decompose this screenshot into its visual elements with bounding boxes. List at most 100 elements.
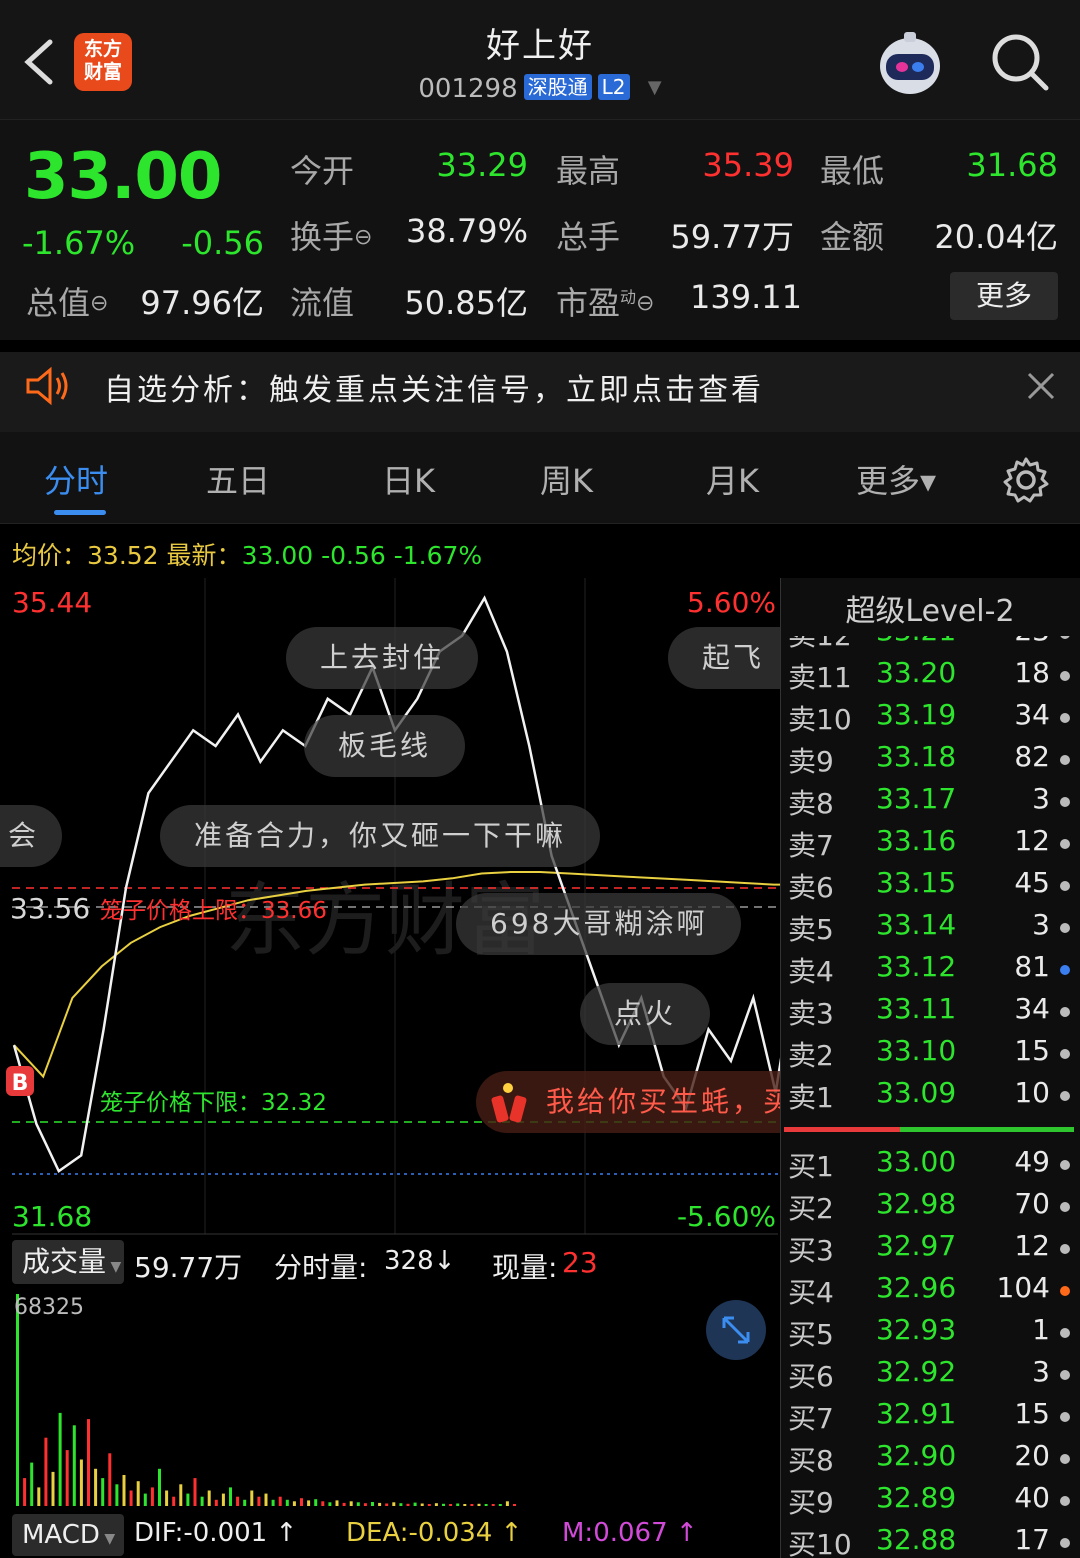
top-pct-label: 5.60% [687,586,776,619]
volume-bar [300,1498,303,1506]
order-dot-icon [1060,1286,1070,1296]
more-button[interactable]: 更多 [950,272,1058,320]
ask-price: 33.10 [876,1034,957,1067]
volume-bar [342,1502,346,1506]
danmaku-bubble[interactable]: 准备合力，你又砸一下干嘛 [160,805,601,867]
danmaku-bubble[interactable]: 板毛线 [304,715,466,777]
ask-row[interactable]: 卖9 33.18 82 [788,740,1072,782]
bid-price: 32.98 [876,1187,957,1220]
change-amount: -0.56 [181,224,264,262]
bid-price: 32.93 [876,1313,957,1346]
bid-row[interactable]: 买3 32.97 12 [788,1229,1072,1271]
tab-more[interactable]: 更多▾ [856,456,936,502]
volume-bar [406,1503,410,1506]
bid-row[interactable]: 买8 32.90 20 [788,1439,1072,1481]
high-value: 35.39 [702,146,794,184]
ask-price: 33.20 [876,656,957,689]
bid-volume: 49 [1014,1145,1050,1178]
bid-row[interactable]: 买1 33.00 49 [788,1145,1072,1187]
ask-row[interactable]: 卖5 33.14 3 [788,908,1072,950]
ask-row[interactable]: 卖8 33.17 3 [788,782,1072,824]
firecracker-icon [491,1083,527,1123]
indicator-selector[interactable]: 成交量 ▼ [12,1240,124,1284]
order-dot-icon [1060,1091,1070,1101]
ask-volume: 10 [1014,1076,1050,1109]
orderbook-title[interactable]: 超级Level-2 [780,586,1080,630]
volume-bar [292,1501,296,1506]
speaker-icon [26,366,68,406]
bid-row[interactable]: 买6 32.92 3 [788,1355,1072,1397]
ask-row[interactable]: 卖10 33.19 34 [788,698,1072,740]
ask-row[interactable]: 卖7 33.16 12 [788,824,1072,866]
tab-daily-k[interactable]: 日K [382,456,435,502]
pe-label[interactable]: 市盈动⊖ [556,278,654,324]
tab-monthly-k[interactable]: 月K [706,456,759,502]
minute-volume: 328↓ [384,1246,456,1276]
bid-row[interactable]: 买2 32.98 70 [788,1187,1072,1229]
bid-row[interactable]: 买4 32.96 104 [788,1271,1072,1313]
ask-volume: 15 [1014,1034,1050,1067]
settings-gear-icon[interactable] [1002,456,1050,504]
volume-bar [321,1501,325,1506]
volume-bar [236,1496,240,1506]
macd-m: M:0.067 ↑ [562,1518,698,1548]
volume-bar [186,1493,190,1506]
danmaku-bubble[interactable]: 上去封住 [286,627,479,689]
volume-bar [122,1475,126,1506]
bid-level-label: 买8 [788,1444,834,1477]
turnover-label[interactable]: 换手⊖ [290,212,372,258]
ask-row[interactable]: 卖1 33.09 10 [788,1076,1072,1118]
bid-level-label: 买10 [788,1528,852,1558]
robot-icon[interactable] [874,30,946,98]
alert-text: 自选分析：触发重点关注信号，立即点击查看 [104,373,764,408]
low-value: 31.68 [966,146,1058,184]
ask-price: 33.14 [876,908,957,941]
bid-price: 32.92 [876,1355,957,1388]
ask-volume: 34 [1014,992,1050,1025]
mktcap-label-text: 总值 [26,284,91,322]
volume-bar [94,1468,98,1506]
l2-badge: L2 [597,74,630,100]
mktcap-label[interactable]: 总值⊖ [26,278,108,324]
bid-row[interactable]: 买7 32.91 15 [788,1397,1072,1439]
order-dot-icon [1060,1370,1070,1380]
tab-intraday[interactable]: 分时 [44,456,108,502]
ask-price: 33.19 [876,698,957,731]
danmaku-bubble[interactable]: 698大哥糊涂啊 [456,893,742,955]
volume-bar [314,1499,318,1506]
volume-bar [307,1500,311,1506]
ask-price: 33.16 [876,824,957,857]
bid-row[interactable]: 买9 32.89 40 [788,1481,1072,1523]
danmaku-bubble[interactable]: 会 [0,805,62,867]
total-volume: 59.77万 [134,1251,243,1284]
mid-price-label: 33.56 [10,892,90,925]
ask-row[interactable]: 卖3 33.11 34 [788,992,1072,1034]
tab-weekly-k[interactable]: 周K [540,456,593,502]
volume-bar [150,1487,154,1506]
tab-five-day[interactable]: 五日 [206,456,270,502]
order-dot-icon [1060,1454,1070,1464]
danmaku-bubble[interactable]: 点火 [580,983,711,1045]
macd-dif: DIF:-0.001 ↑ [134,1518,298,1548]
volume-bar [136,1481,140,1506]
current-volume-label: 现量: [492,1251,558,1284]
volume-bar [250,1490,254,1506]
ask-row[interactable]: 卖2 33.10 15 [788,1034,1072,1076]
dropdown-triangle-icon[interactable]: ▼ [648,77,662,98]
bid-ratio-bar [900,1127,1074,1132]
volume-bar [335,1500,339,1506]
close-icon[interactable] [1026,371,1056,401]
ask-volume: 3 [1032,782,1050,815]
search-icon[interactable] [990,32,1050,92]
bid-volume: 3 [1032,1355,1050,1388]
chevron-down-icon: ▼ [106,1259,122,1275]
ask-price: 33.18 [876,740,957,773]
ask-row[interactable]: 卖4 33.12 81 [788,950,1072,992]
bid-row[interactable]: 买5 32.93 1 [788,1313,1072,1355]
danmaku-bubble[interactable]: 起飞 [668,627,780,689]
ask-row[interactable]: 卖6 33.15 45 [788,866,1072,908]
ask-price: 33.09 [876,1076,957,1109]
macd-selector[interactable]: MACD ▼ [12,1514,124,1556]
bid-row[interactable]: 买10 32.88 17 [788,1523,1072,1558]
ask-row[interactable]: 卖11 33.20 18 [788,656,1072,698]
